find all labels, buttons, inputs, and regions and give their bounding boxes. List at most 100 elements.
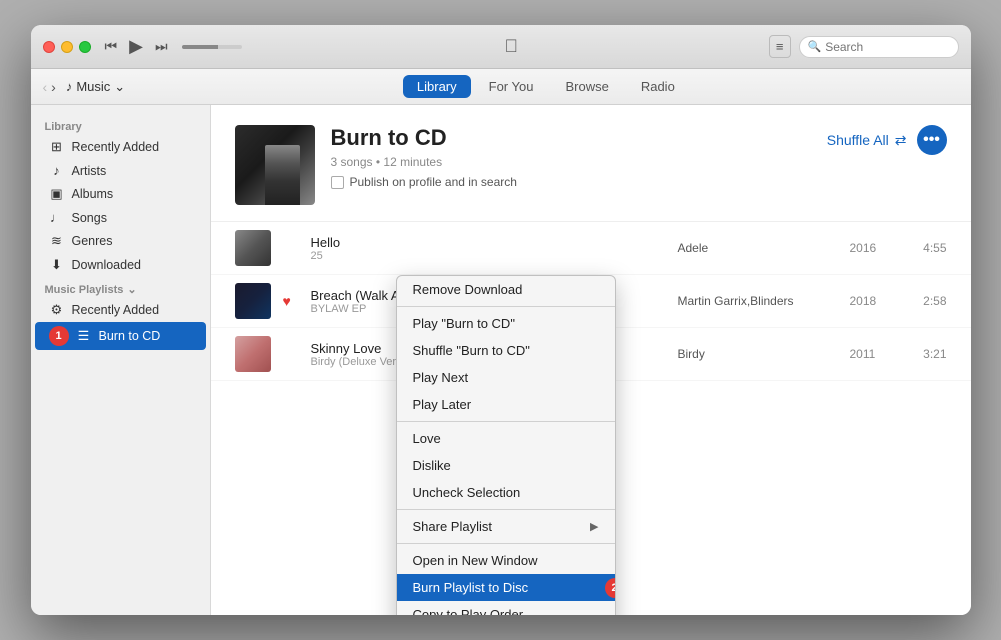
- menu-item-play-later[interactable]: Play Later: [397, 391, 615, 418]
- search-input[interactable]: [825, 40, 955, 54]
- album-info: Burn to CD 3 songs • 12 minutes Publish …: [331, 125, 811, 189]
- menu-item-love[interactable]: Love: [397, 425, 615, 452]
- track-year: 2016: [850, 241, 900, 255]
- more-options-icon: •••: [923, 131, 940, 149]
- menu-item-play-next[interactable]: Play Next: [397, 364, 615, 391]
- traffic-lights: [43, 41, 91, 53]
- sidebar-item-artists[interactable]: ♪ Artists: [35, 159, 206, 182]
- maximize-button[interactable]: [79, 41, 91, 53]
- title-bar: ⏮ ▶ ⏭  ≡ 🔍: [31, 25, 971, 69]
- menu-item-label: Remove Download: [413, 282, 523, 297]
- albums-icon: ▣: [49, 186, 65, 202]
- menu-divider: [397, 509, 615, 510]
- track-thumbnail: [235, 230, 271, 266]
- menu-item-label: Share Playlist: [413, 519, 492, 534]
- track-thumbnail: [235, 283, 271, 319]
- library-section-header: Library: [31, 115, 210, 135]
- volume-slider[interactable]: [182, 45, 242, 49]
- menu-item-open-new-window[interactable]: Open in New Window: [397, 547, 615, 574]
- track-year: 2018: [850, 294, 900, 308]
- sidebar-item-label: Recently Added: [72, 303, 160, 317]
- artists-icon: ♪: [49, 163, 65, 178]
- menu-item-uncheck-selection[interactable]: Uncheck Selection: [397, 479, 615, 506]
- close-button[interactable]: [43, 41, 55, 53]
- rewind-button[interactable]: ⏮: [103, 36, 120, 57]
- sidebar-item-label: Downloaded: [72, 258, 142, 272]
- title-bar-right: ≡ 🔍: [769, 35, 959, 58]
- track-artist: Adele: [678, 241, 838, 255]
- play-button[interactable]: ▶: [127, 34, 145, 59]
- menu-item-label: Dislike: [413, 458, 451, 473]
- sidebar-item-downloaded[interactable]: ⬇ Downloaded: [35, 253, 206, 277]
- sidebar-item-albums[interactable]: ▣ Albums: [35, 182, 206, 206]
- sidebar: Library ⊞ Recently Added ♪ Artists ▣ Alb…: [31, 105, 211, 615]
- playlist-badge-1: 1: [49, 326, 69, 346]
- sidebar-item-recently-added[interactable]: ⊞ Recently Added: [35, 135, 206, 159]
- track-heart-filled: ♥: [283, 293, 299, 309]
- album-art: [235, 125, 315, 205]
- menu-item-copy-to-play-order[interactable]: Copy to Play Order: [397, 601, 615, 615]
- shuffle-all-button[interactable]: Shuffle All ⇄: [827, 132, 907, 149]
- shuffle-all-label: Shuffle All: [827, 132, 889, 148]
- sidebar-item-label: Recently Added: [72, 140, 160, 154]
- menu-item-play-burn[interactable]: Play "Burn to CD": [397, 310, 615, 337]
- sidebar-item-label: Artists: [72, 164, 107, 178]
- nav-library-section: ♪ Music ⌄: [66, 79, 125, 95]
- track-row[interactable]: Hello 25 Adele 2016 4:55: [211, 222, 971, 275]
- track-info: Hello 25: [311, 235, 666, 262]
- context-menu-badge-2: 2: [605, 578, 616, 598]
- publish-label: Publish on profile and in search: [350, 175, 517, 189]
- nav-bar: ‹ › ♪ Music ⌄ Library For You Browse Rad…: [31, 69, 971, 105]
- list-view-button[interactable]: ≡: [769, 35, 791, 58]
- menu-item-shuffle-burn[interactable]: Shuffle "Burn to CD": [397, 337, 615, 364]
- menu-item-burn-playlist-disc[interactable]: Burn Playlist to Disc 2: [397, 574, 615, 601]
- nav-library-dropdown-icon[interactable]: ⌄: [114, 79, 125, 95]
- tab-library[interactable]: Library: [403, 75, 471, 98]
- right-panel: Burn to CD 3 songs • 12 minutes Publish …: [211, 105, 971, 615]
- sidebar-item-burn-to-cd[interactable]: 1 ☰ Burn to CD: [35, 322, 206, 350]
- track-artist: Birdy: [678, 347, 838, 361]
- recently-added-playlist-icon: ⚙: [49, 302, 65, 318]
- menu-item-label: Love: [413, 431, 441, 446]
- sidebar-item-songs[interactable]: ♩ Songs: [35, 206, 206, 229]
- tab-browse[interactable]: Browse: [551, 75, 622, 98]
- context-menu: Remove Download Play "Burn to CD" Shuffl…: [396, 275, 616, 615]
- sidebar-item-genres[interactable]: ≋ Genres: [35, 229, 206, 253]
- menu-divider: [397, 543, 615, 544]
- music-note-icon: ♪: [66, 79, 73, 94]
- more-options-button[interactable]: •••: [917, 125, 947, 155]
- sidebar-item-recently-added-playlist[interactable]: ⚙ Recently Added: [35, 298, 206, 322]
- tab-radio[interactable]: Radio: [627, 75, 689, 98]
- nav-library-label: Music: [76, 79, 110, 94]
- burn-to-cd-icon: ☰: [76, 328, 92, 344]
- main-window: ⏮ ▶ ⏭  ≡ 🔍 ‹ › ♪ Music ⌄ Library F: [31, 25, 971, 615]
- nav-forward-button[interactable]: ›: [51, 79, 56, 95]
- nav-back-button[interactable]: ‹: [43, 79, 48, 95]
- menu-item-label: Shuffle "Burn to CD": [413, 343, 530, 358]
- track-name: Hello: [311, 235, 666, 250]
- track-album: 25: [311, 250, 666, 262]
- fast-forward-button[interactable]: ⏭: [153, 36, 170, 57]
- menu-item-label: Open in New Window: [413, 553, 538, 568]
- track-thumbnail: [235, 336, 271, 372]
- nav-arrows: ‹ ›: [43, 79, 56, 95]
- menu-item-share-playlist[interactable]: Share Playlist ▶: [397, 513, 615, 540]
- search-box: 🔍: [799, 36, 959, 58]
- menu-item-label: Burn Playlist to Disc: [413, 580, 529, 595]
- playlists-section-header[interactable]: Music Playlists ⌄: [31, 277, 210, 298]
- track-duration: 3:21: [912, 347, 947, 361]
- album-title: Burn to CD: [331, 125, 811, 151]
- recently-added-icon: ⊞: [49, 139, 65, 155]
- tab-for-you[interactable]: For You: [475, 75, 548, 98]
- minimize-button[interactable]: [61, 41, 73, 53]
- playlists-dropdown-icon: ⌄: [127, 283, 136, 296]
- album-header: Burn to CD 3 songs • 12 minutes Publish …: [211, 105, 971, 222]
- album-actions: Shuffle All ⇄ •••: [827, 125, 947, 155]
- publish-checkbox[interactable]: [331, 176, 344, 189]
- album-publish: Publish on profile and in search: [331, 175, 811, 189]
- menu-item-dislike[interactable]: Dislike: [397, 452, 615, 479]
- menu-item-remove-download[interactable]: Remove Download: [397, 276, 615, 303]
- sidebar-item-label: Songs: [72, 211, 107, 225]
- nav-tabs: Library For You Browse Radio: [133, 75, 958, 98]
- main-content: Library ⊞ Recently Added ♪ Artists ▣ Alb…: [31, 105, 971, 615]
